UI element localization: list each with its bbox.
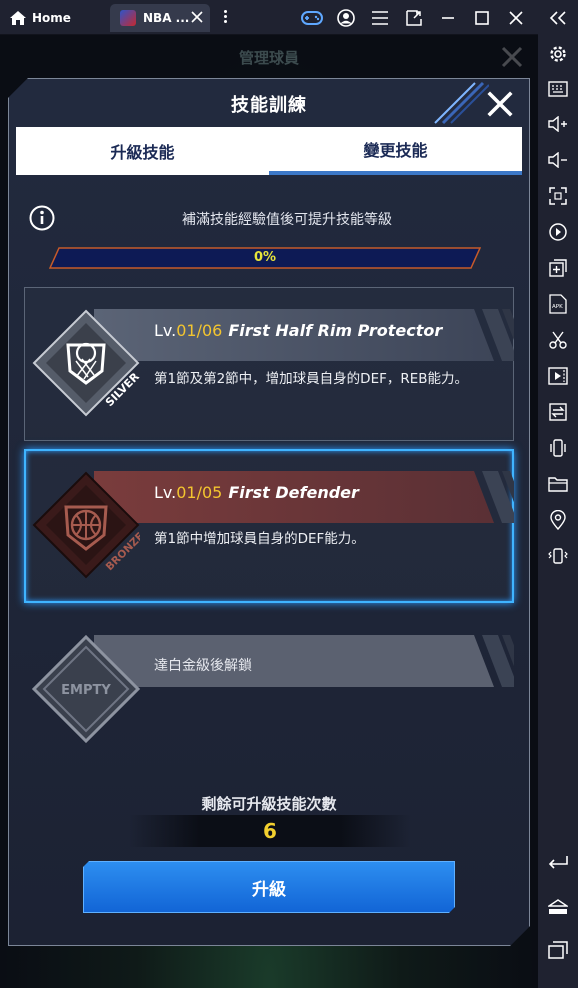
app-favicon-icon (120, 10, 136, 26)
skill-card-locked: 達白金級後解鎖 EMPTY (24, 625, 514, 779)
vibrate-icon[interactable] (546, 544, 570, 568)
back-icon[interactable] (546, 850, 570, 874)
home-tab-label: Home (32, 11, 71, 25)
gamepad-icon[interactable] (300, 6, 324, 30)
skill-level: 01/05 (176, 483, 223, 502)
skill-heading: Lv.01/05 First Defender (154, 483, 359, 502)
more-options-icon[interactable] (222, 9, 228, 27)
remaining-upgrades-count: 6 (263, 819, 277, 843)
install-apk-icon[interactable] (546, 256, 570, 280)
emulator-window: Home NBA ... APK 管理球員 技能訓練 升級技能 變更技能 補滿技… (0, 0, 578, 988)
close-tab-icon[interactable] (190, 10, 204, 24)
svg-text:APK: APK (552, 304, 563, 310)
app-tab[interactable]: NBA ... (110, 4, 210, 32)
home-icon (10, 11, 26, 25)
unlock-condition-text: 達白金級後解鎖 (154, 658, 252, 674)
remaining-upgrades-box: 6 (129, 815, 411, 847)
settings-gear-icon[interactable] (546, 42, 570, 66)
screenshot-scissors-icon[interactable] (546, 328, 570, 352)
background-close-icon (501, 46, 523, 68)
skill-description: 第1節中增加球員自身的DEF能力。 (154, 531, 365, 547)
volume-up-icon[interactable] (546, 112, 570, 136)
info-row: 補滿技能經驗值後可提升技能等級 (27, 203, 507, 233)
info-text: 補滿技能經驗值後可提升技能等級 (182, 212, 392, 228)
background-screen-title: 管理球員 (238, 49, 299, 67)
maximize-icon[interactable] (470, 6, 494, 30)
minimize-icon[interactable] (436, 6, 460, 30)
info-icon[interactable] (29, 205, 55, 231)
emulator-top-bar: Home NBA ... (0, 0, 538, 35)
level-prefix: Lv. (154, 483, 177, 502)
collapse-sidebar-icon[interactable] (546, 6, 570, 30)
silver-rim-protector-icon: SILVER (32, 309, 140, 417)
level-prefix: Lv. (154, 321, 177, 340)
keyboard-icon[interactable] (546, 77, 570, 101)
skill-name: First Half Rim Protector (228, 321, 443, 340)
app-tab-label: NBA ... (143, 11, 190, 25)
recent-apps-icon[interactable] (546, 938, 570, 962)
close-dialog-icon[interactable] (485, 89, 515, 119)
account-icon[interactable] (334, 6, 358, 30)
home-tab[interactable]: Home (10, 8, 71, 28)
dialog-title: 技能訓練 (231, 95, 307, 116)
skill-exp-progress-bar: 0% (49, 247, 481, 269)
location-icon[interactable] (546, 508, 570, 532)
upgrade-button[interactable]: 升級 (83, 861, 455, 913)
shake-icon[interactable] (546, 436, 570, 460)
skill-name: First Defender (228, 483, 359, 502)
fullscreen-icon[interactable] (546, 184, 570, 208)
skill-heading: Lv.01/06 First Half Rim Protector (154, 321, 442, 340)
resize-icon[interactable] (402, 6, 426, 30)
folder-icon[interactable] (546, 472, 570, 496)
tab-change-skill[interactable]: 變更技能 (269, 127, 522, 175)
progress-percent: 0% (253, 250, 277, 265)
apk-icon[interactable]: APK (546, 292, 570, 316)
home-button-icon[interactable] (546, 895, 570, 919)
tab-upgrade-skill[interactable]: 升級技能 (16, 127, 269, 175)
skill-card-silver[interactable]: Lv.01/06 First Half Rim Protector 第1節及第2節… (24, 287, 514, 441)
skill-description: 第1節及第2節中，增加球員自身的DEF，REB能力。 (154, 371, 469, 387)
remaining-upgrades-label: 剩餘可升級技能次數 (201, 795, 337, 813)
menu-icon[interactable] (368, 6, 392, 30)
sync-icon[interactable] (546, 400, 570, 424)
empty-label: EMPTY (61, 683, 111, 698)
bronze-defender-basketball-icon: BRONZE (32, 471, 140, 579)
rotate-icon[interactable] (546, 220, 570, 244)
emulator-sidebar: APK (538, 0, 578, 988)
close-window-icon[interactable] (504, 6, 528, 30)
record-video-icon[interactable] (546, 364, 570, 388)
skill-card-bronze[interactable]: Lv.01/05 First Defender 第1節中增加球員自身的DEF能力。… (24, 449, 514, 603)
dialog-tabs: 升級技能 變更技能 (16, 127, 522, 175)
skill-level: 01/06 (176, 321, 223, 340)
skill-training-dialog: 技能訓練 升級技能 變更技能 補滿技能經驗值後可提升技能等級 0% Lv.01/… (8, 78, 530, 946)
empty-slot-icon: EMPTY (32, 635, 140, 743)
volume-down-icon[interactable] (546, 148, 570, 172)
